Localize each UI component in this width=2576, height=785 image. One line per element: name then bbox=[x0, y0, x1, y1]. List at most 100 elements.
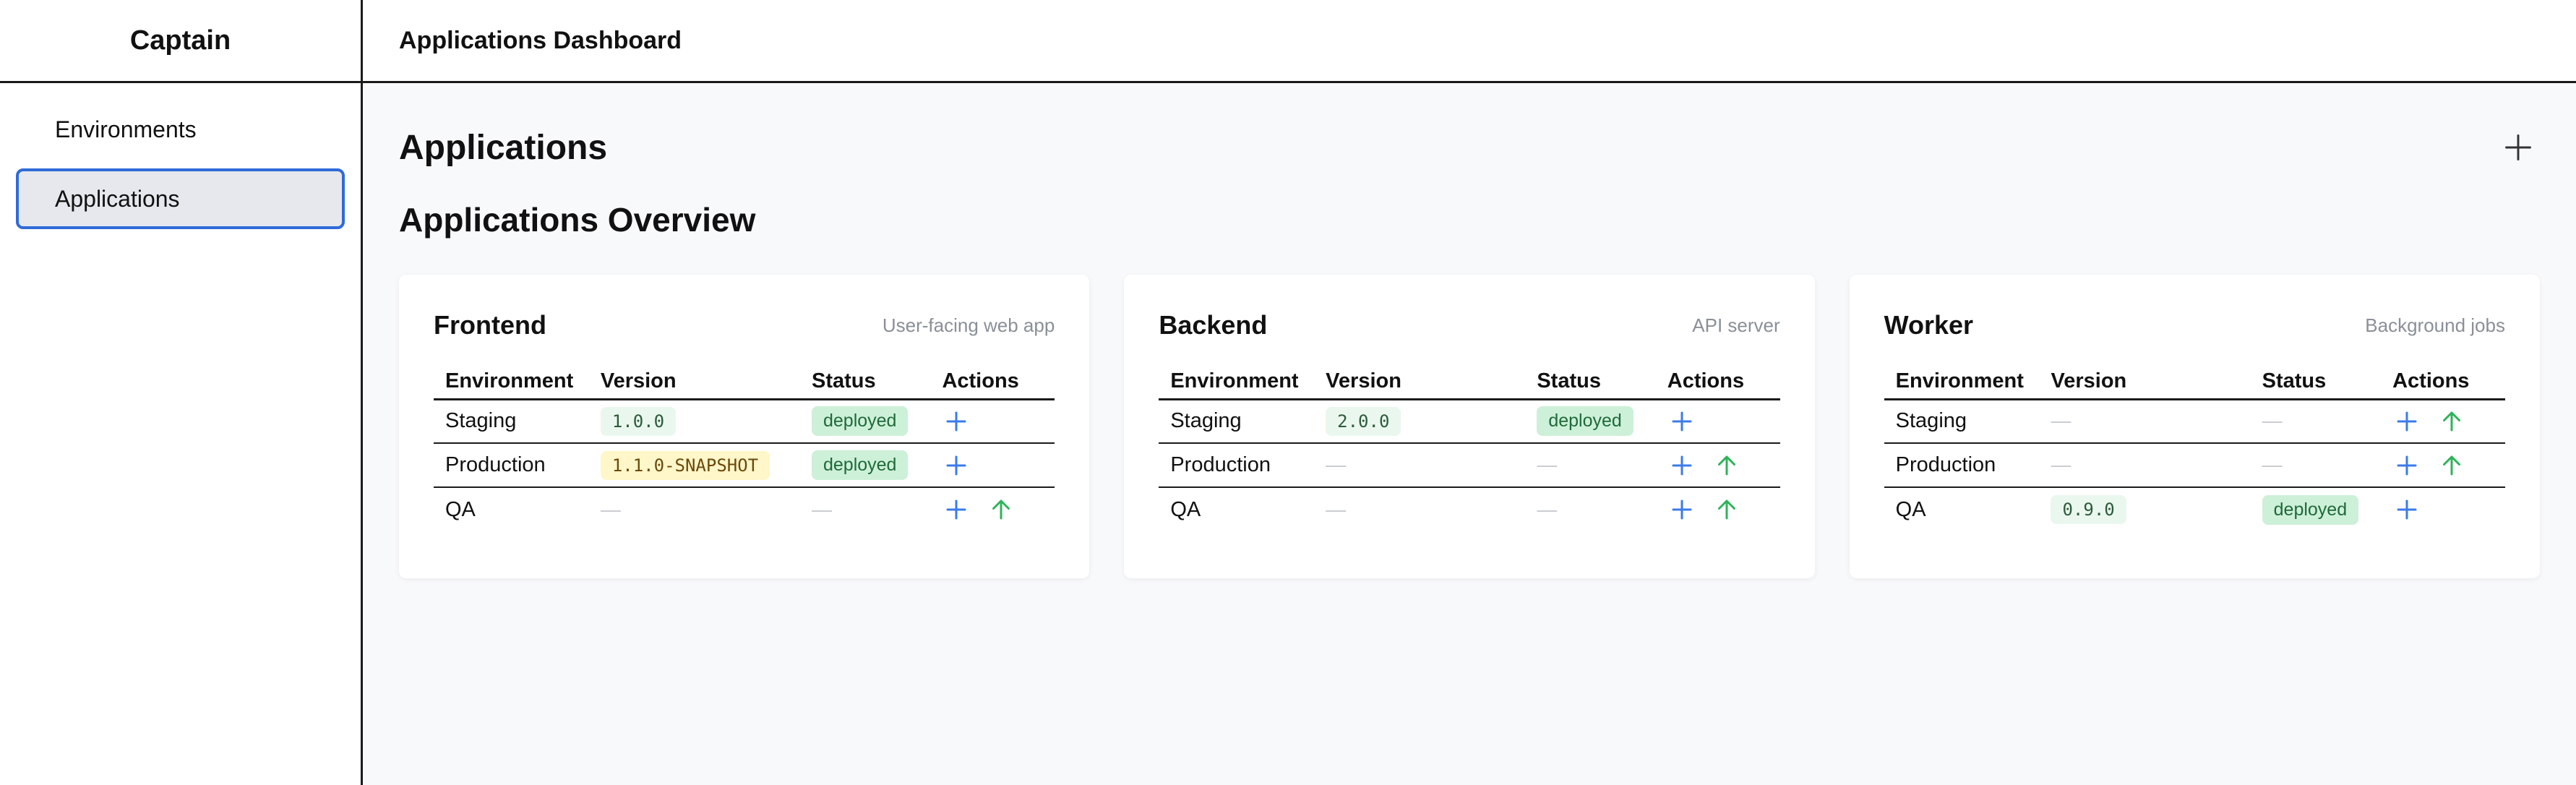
status-cell: — bbox=[1525, 443, 1656, 488]
actions-cell bbox=[2381, 399, 2505, 444]
column-header-version: Version bbox=[588, 364, 800, 400]
column-header-version: Version bbox=[1314, 364, 1526, 400]
arrow-up-icon bbox=[1717, 499, 1735, 520]
row-actions bbox=[1667, 451, 1769, 480]
arrow-up-icon bbox=[1717, 455, 1735, 475]
version-cell: — bbox=[2039, 399, 2251, 444]
environment-cell: Staging bbox=[434, 399, 589, 444]
add-version-button[interactable] bbox=[1667, 451, 1696, 480]
status-cell: — bbox=[800, 487, 930, 531]
empty-status: — bbox=[1537, 497, 1558, 520]
app-card-backend: Backend API server Environment Version S… bbox=[1124, 275, 1815, 578]
plus-icon bbox=[2505, 134, 2531, 160]
card-header: Frontend User-facing web app bbox=[434, 304, 1055, 347]
arrow-up-icon bbox=[2443, 411, 2461, 432]
empty-version: — bbox=[2051, 409, 2071, 432]
actions-cell bbox=[930, 487, 1055, 531]
table-row: Production 1.1.0-SNAPSHOT deployed bbox=[434, 443, 1055, 488]
row-actions bbox=[1667, 495, 1769, 524]
empty-version: — bbox=[2051, 453, 2071, 476]
plus-icon bbox=[1672, 455, 1692, 475]
row-actions bbox=[2392, 451, 2494, 480]
sidebar: Captain Environments Applications bbox=[0, 0, 363, 785]
column-header-environment: Environment bbox=[1159, 364, 1315, 400]
add-application-button[interactable] bbox=[2496, 126, 2540, 169]
empty-status: — bbox=[2262, 409, 2283, 432]
empty-status: — bbox=[811, 497, 832, 520]
status-badge: deployed bbox=[811, 450, 909, 480]
empty-version: — bbox=[1326, 497, 1347, 520]
table-row: QA — — bbox=[1159, 487, 1779, 531]
add-version-button[interactable] bbox=[942, 495, 971, 524]
environment-cell: Production bbox=[434, 443, 589, 488]
empty-version: — bbox=[1326, 453, 1347, 476]
add-version-button[interactable] bbox=[2392, 451, 2421, 480]
row-actions bbox=[1667, 407, 1769, 436]
environment-cell: QA bbox=[1884, 487, 2040, 531]
environment-name: Staging bbox=[1170, 409, 1242, 433]
actions-cell bbox=[2381, 443, 2505, 488]
plus-icon bbox=[2397, 455, 2417, 475]
card-header: Worker Background jobs bbox=[1884, 304, 2505, 347]
table-header-row: Environment Version Status Actions bbox=[1884, 364, 2505, 400]
main-content: Applications Applications Overview Front… bbox=[363, 85, 2576, 785]
environment-name: QA bbox=[1170, 497, 1201, 521]
card-description: User-facing web app bbox=[882, 314, 1055, 336]
card-description: API server bbox=[1692, 314, 1780, 336]
add-version-button[interactable] bbox=[2392, 407, 2421, 436]
environment-cell: Staging bbox=[1159, 399, 1315, 444]
table-row: Staging — — bbox=[1884, 399, 2505, 444]
add-version-button[interactable] bbox=[1667, 495, 1696, 524]
column-header-actions: Actions bbox=[930, 364, 1055, 400]
sidebar-item-applications[interactable]: Applications bbox=[16, 168, 345, 229]
promote-button[interactable] bbox=[987, 495, 1016, 524]
version-badge: 1.1.0-SNAPSHOT bbox=[600, 450, 770, 480]
actions-cell bbox=[930, 399, 1055, 444]
add-version-button[interactable] bbox=[942, 407, 971, 436]
environments-table: Environment Version Status Actions Stagi… bbox=[1884, 364, 2505, 531]
plus-icon bbox=[2397, 411, 2417, 432]
version-badge: 1.0.0 bbox=[600, 406, 677, 436]
page-title: Applications bbox=[399, 128, 608, 167]
header-title: Applications Dashboard bbox=[399, 26, 682, 54]
empty-status: — bbox=[1537, 453, 1558, 476]
environment-name: QA bbox=[445, 497, 476, 521]
empty-status: — bbox=[2262, 453, 2283, 476]
table-row: Production — — bbox=[1884, 443, 2505, 488]
empty-version: — bbox=[600, 497, 621, 520]
status-cell: — bbox=[2250, 443, 2382, 488]
promote-button[interactable] bbox=[1712, 495, 1741, 524]
environment-name: Production bbox=[445, 453, 546, 476]
plus-icon bbox=[2397, 499, 2417, 520]
row-actions bbox=[942, 495, 1043, 524]
status-cell: deployed bbox=[1525, 399, 1656, 444]
add-version-button[interactable] bbox=[942, 451, 971, 480]
page-header: Applications Dashboard bbox=[363, 0, 2576, 83]
version-badge: 2.0.0 bbox=[1326, 406, 1401, 436]
promote-button[interactable] bbox=[2437, 407, 2466, 436]
version-cell: 0.9.0 bbox=[2039, 487, 2250, 531]
table-header-row: Environment Version Status Actions bbox=[434, 364, 1055, 400]
status-cell: deployed bbox=[799, 399, 931, 444]
plus-icon bbox=[946, 499, 966, 520]
add-version-button[interactable] bbox=[1667, 407, 1696, 436]
plus-icon bbox=[1672, 411, 1692, 432]
table-row: Staging 2.0.0 deployed bbox=[1159, 399, 1780, 444]
version-cell: — bbox=[2039, 443, 2251, 488]
environment-cell: Production bbox=[1159, 443, 1315, 488]
promote-button[interactable] bbox=[2437, 451, 2466, 480]
add-version-button[interactable] bbox=[2392, 495, 2421, 524]
version-cell: — bbox=[589, 487, 800, 531]
column-header-actions: Actions bbox=[1655, 364, 1780, 400]
brand-title: Captain bbox=[0, 0, 361, 83]
arrow-up-icon bbox=[992, 499, 1010, 520]
version-cell: — bbox=[1314, 443, 1526, 488]
plus-icon bbox=[946, 455, 966, 475]
app-card-worker: Worker Background jobs Environment Versi… bbox=[1849, 275, 2540, 578]
environment-name: Staging bbox=[445, 409, 517, 433]
row-actions bbox=[942, 451, 1043, 480]
row-actions bbox=[942, 407, 1043, 436]
sidebar-item-environments[interactable]: Environments bbox=[16, 99, 345, 160]
promote-button[interactable] bbox=[1712, 451, 1741, 480]
column-header-actions: Actions bbox=[2381, 364, 2505, 400]
